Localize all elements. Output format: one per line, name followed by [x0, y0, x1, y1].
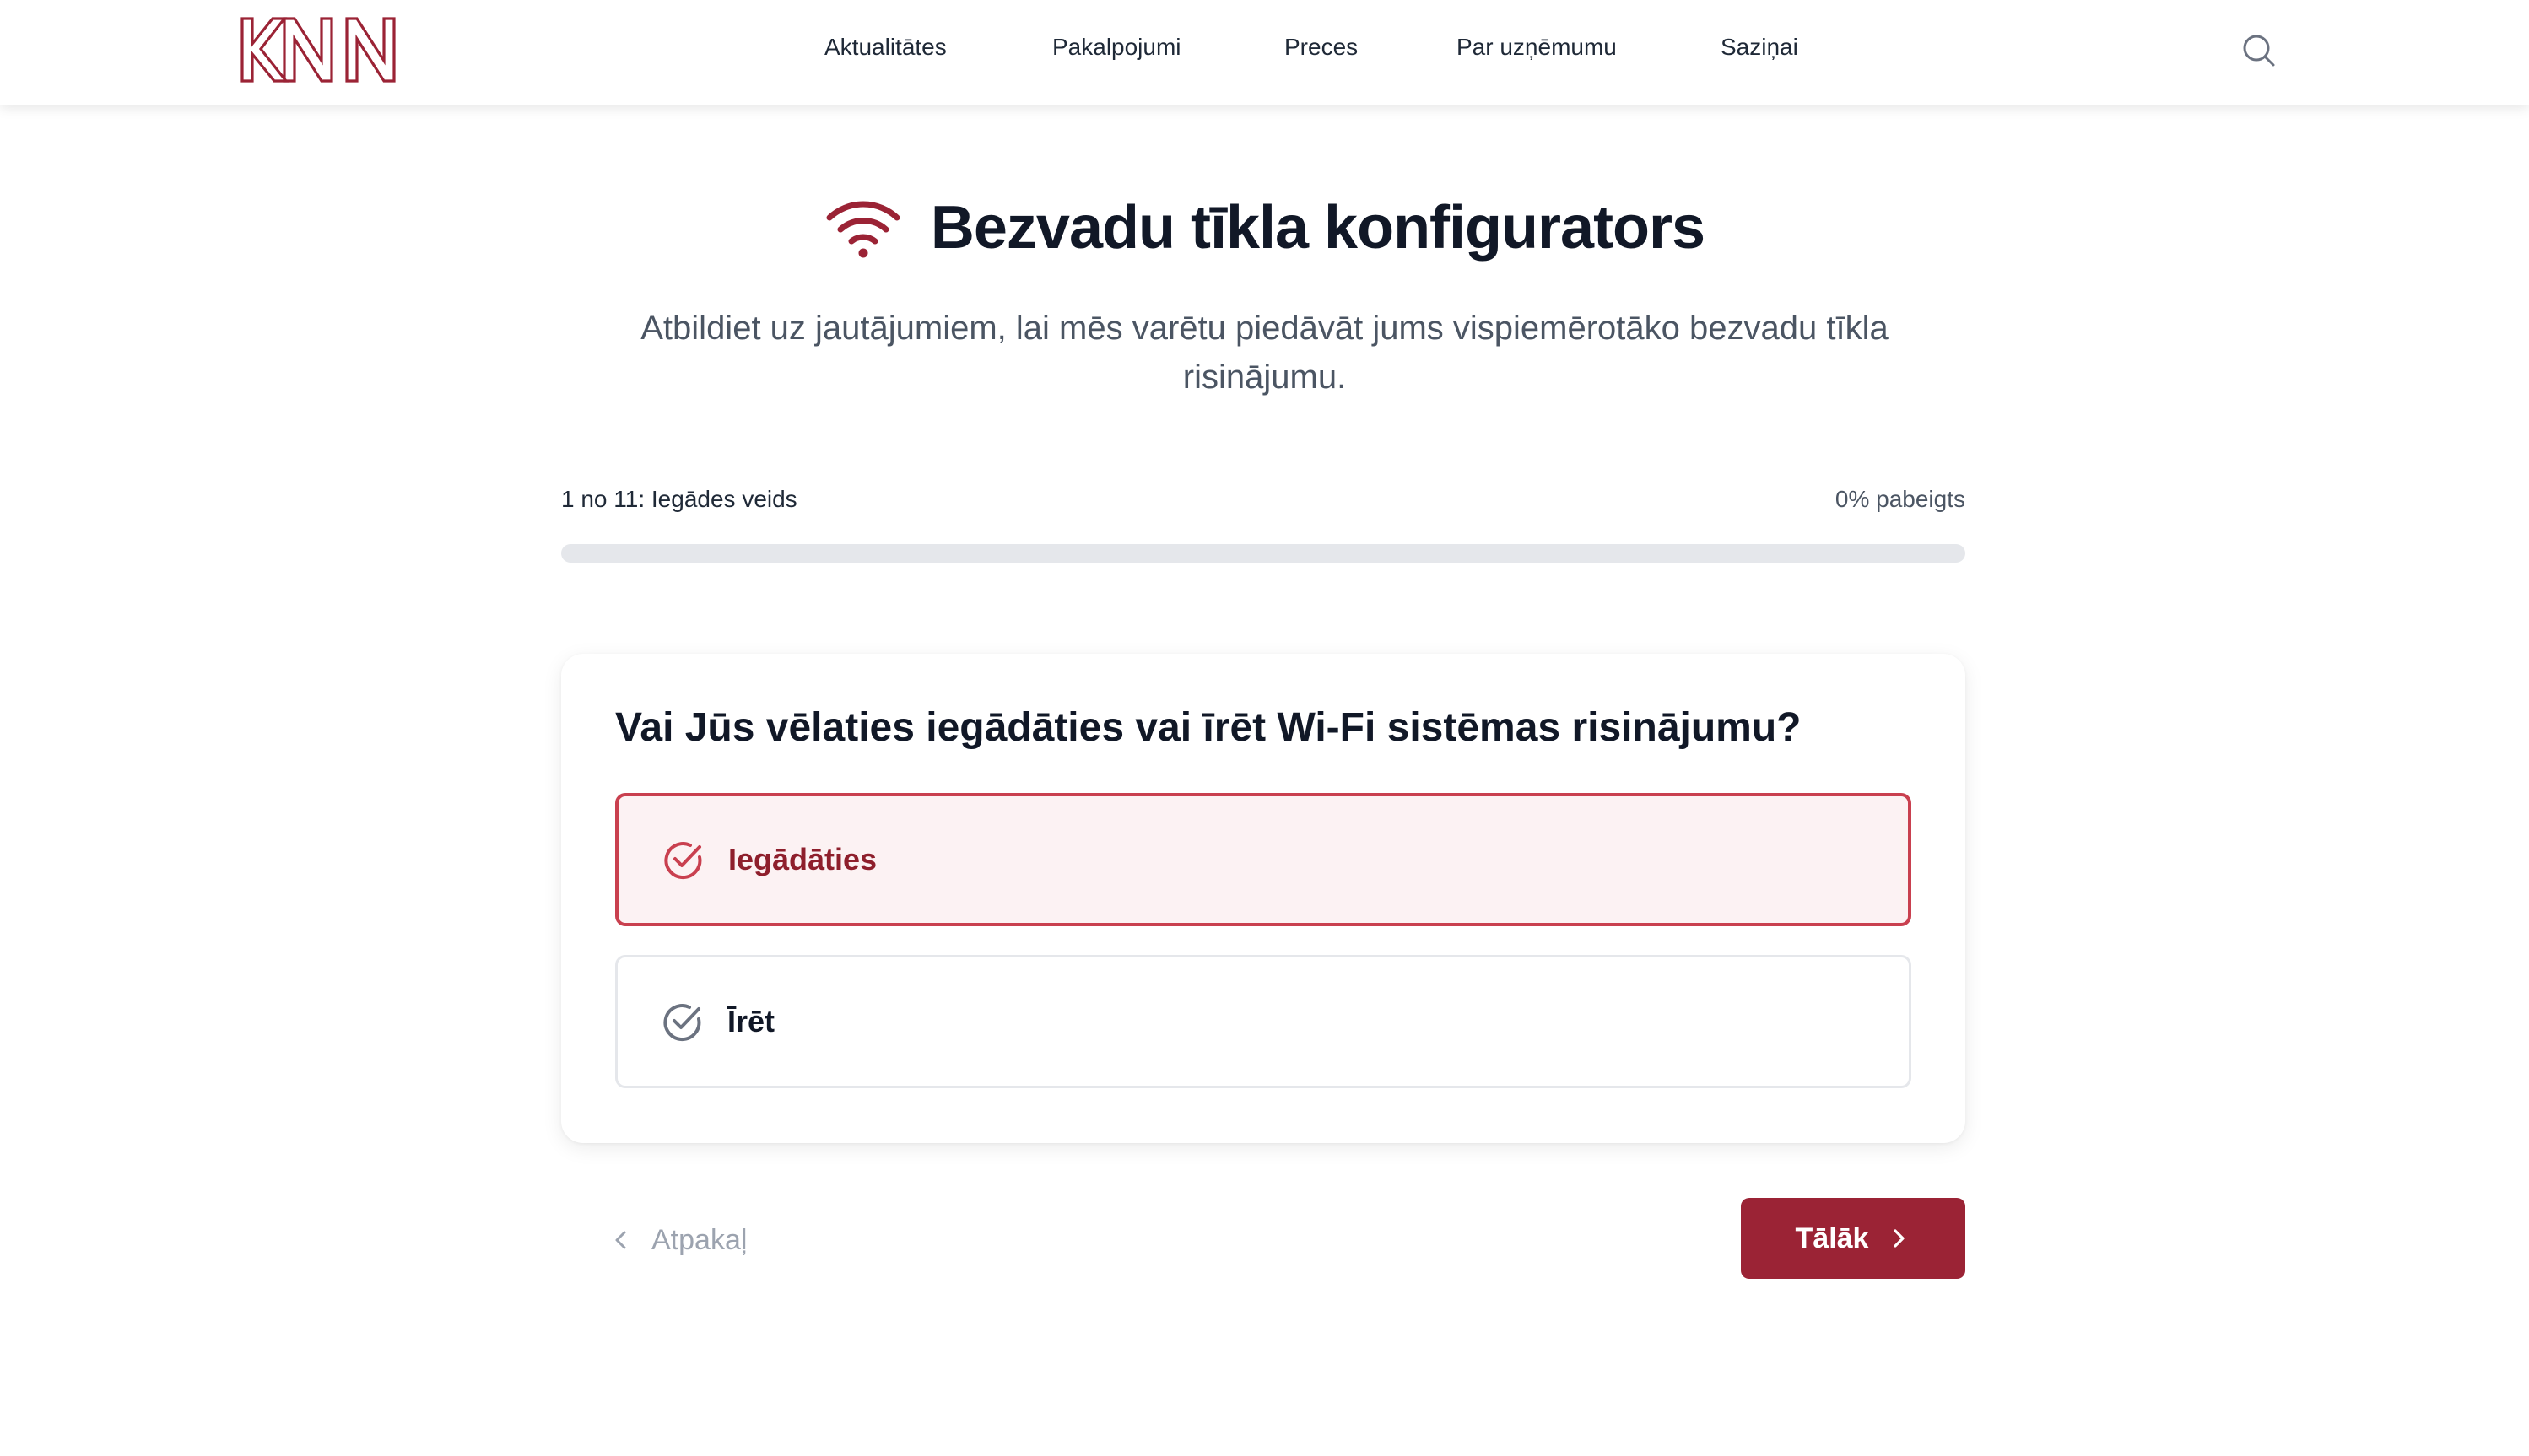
option-label: Iegādāties — [728, 842, 878, 876]
nav-pakalpojumi[interactable]: Pakalpojumi — [1052, 34, 1181, 61]
progress-bar — [561, 544, 1965, 563]
nav-sazinai[interactable]: Saziņai — [1721, 34, 1798, 61]
search-icon — [2243, 35, 2275, 67]
hero-title-row: Bezvadu tīkla konfigurators — [0, 186, 2529, 270]
main-nav: Aktualitātes Pakalpojumi Preces Par uzņē… — [0, 0, 2529, 105]
option-label: Īrēt — [727, 1004, 775, 1038]
next-button[interactable]: Tālāk — [1741, 1198, 1965, 1279]
progress-percent-label: 0% pabeigts — [1835, 486, 1965, 512]
step-label: 1 no 11: Iegādes veids — [561, 486, 797, 512]
nav-preces[interactable]: Preces — [1284, 34, 1358, 61]
chevron-right-icon — [1894, 1229, 1905, 1248]
next-label: Tālāk — [1795, 1221, 1869, 1254]
page-title: Bezvadu tīkla konfigurators — [930, 194, 1705, 262]
question-text: Vai Jūs vēlaties iegādāties vai īrēt Wi-… — [615, 705, 1802, 750]
wifi-icon — [826, 201, 900, 258]
nav-aktualitates[interactable]: Aktualitātes — [824, 34, 947, 61]
site-header: Aktualitātes Pakalpojumi Preces Par uzņē… — [0, 0, 2529, 105]
check-circle-icon — [663, 1004, 701, 1042]
page-subtitle: Atbildiet uz jautājumiem, lai mēs varētu… — [640, 310, 1889, 396]
option-iegadaties[interactable]: Iegādāties — [615, 793, 1911, 926]
question-card: Vai Jūs vēlaties iegādāties vai īrēt Wi-… — [561, 654, 1965, 1143]
check-circle-icon — [664, 842, 702, 880]
search-button[interactable] — [2240, 32, 2278, 69]
back-label: Atpakaļ — [651, 1223, 748, 1256]
chevron-left-icon — [615, 1231, 626, 1249]
back-button[interactable]: Atpakaļ — [609, 1219, 747, 1261]
nav-par-uznemumu[interactable]: Par uzņēmumu — [1456, 34, 1617, 61]
option-iret[interactable]: Īrēt — [615, 955, 1911, 1088]
